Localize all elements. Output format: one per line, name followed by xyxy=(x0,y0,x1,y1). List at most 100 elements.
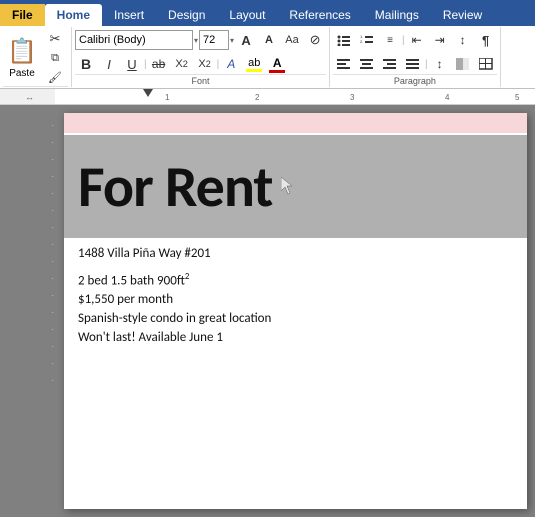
bullets-icon xyxy=(337,34,351,46)
margin-mark-9: · xyxy=(51,257,54,266)
highlight-button[interactable]: ab xyxy=(243,56,265,73)
margin-mark-3: · xyxy=(51,155,54,164)
margin-mark-16: · xyxy=(51,376,54,385)
doc-area[interactable]: For Rent 1488 Villa Piña Way #201 2 bed … xyxy=(56,105,535,517)
margin-mark-5: · xyxy=(51,189,54,198)
increase-font-button[interactable]: A xyxy=(235,30,257,50)
details4-line: Won't last! Available June 1 xyxy=(78,330,513,345)
ruler-num-2: 2 xyxy=(255,93,259,102)
paragraph-content: 1. 2. ≡ | ⇤ ⇥ ↕ ¶ xyxy=(333,30,497,74)
font-color-icon: A xyxy=(273,56,282,70)
tab-home[interactable]: Home xyxy=(45,4,102,26)
divider1: | xyxy=(144,59,147,70)
superscript-button[interactable]: X2 xyxy=(194,54,216,74)
line-spacing-button[interactable]: ↕ xyxy=(429,54,451,74)
change-case-button[interactable]: Aa xyxy=(281,30,303,50)
divider3: | xyxy=(402,35,405,46)
paragraph-group: 1. 2. ≡ | ⇤ ⇥ ↕ ¶ xyxy=(330,27,501,87)
justify-icon xyxy=(406,59,420,70)
margin-mark-15: · xyxy=(51,359,54,368)
margin-mark-6: · xyxy=(51,206,54,215)
font-size-dropdown-icon[interactable]: ▾ xyxy=(230,36,234,45)
tab-references[interactable]: References xyxy=(277,4,362,26)
decrease-indent-button[interactable]: ⇤ xyxy=(406,30,428,50)
tab-mailings[interactable]: Mailings xyxy=(363,4,431,26)
divider2: | xyxy=(217,59,220,70)
align-left-button[interactable] xyxy=(333,54,355,74)
app: File Home Insert Design Layout Reference… xyxy=(0,0,535,517)
ruler[interactable]: ↔ 1 2 3 4 5 xyxy=(0,89,535,105)
ruler-inner: 1 2 3 4 5 xyxy=(55,89,535,104)
shading-button[interactable] xyxy=(452,54,474,74)
margin-marks: · · · · · · · · · · · · · · · · xyxy=(51,121,54,385)
details3-line: Spanish-style condo in great location xyxy=(78,311,513,326)
shading-icon xyxy=(456,58,470,70)
align-center-button[interactable] xyxy=(356,54,378,74)
font-name-input[interactable] xyxy=(75,30,193,50)
align-right-icon xyxy=(383,59,397,70)
highlight-icon: ab xyxy=(248,57,260,69)
decrease-font-button[interactable]: A xyxy=(258,30,280,50)
text-effects-button[interactable]: A xyxy=(220,54,242,74)
details1-line: 2 bed 1.5 bath 900ft2 xyxy=(78,271,513,288)
copy-button[interactable]: ⧉ xyxy=(42,49,68,67)
align-left-icon xyxy=(337,59,351,70)
tab-design[interactable]: Design xyxy=(156,4,217,26)
font-group: ▾ ▾ A A Aa ⊘ B I U | ab xyxy=(72,27,330,87)
sort-button[interactable]: ↕ xyxy=(452,30,474,50)
margin-mark-13: · xyxy=(51,325,54,334)
ruler-left: ↔ xyxy=(2,89,57,104)
multilevel-list-button[interactable]: ≡ xyxy=(379,30,401,50)
ruler-num-5: 5 xyxy=(515,93,519,102)
divider4: | xyxy=(425,59,428,70)
tab-review[interactable]: Review xyxy=(431,4,494,26)
doc-body[interactable]: 1488 Villa Piña Way #201 2 bed 1.5 bath … xyxy=(64,238,527,357)
clear-format-button[interactable]: ⊘ xyxy=(304,30,326,50)
cut-icon: ✂ xyxy=(50,31,61,47)
font-name-dropdown-icon[interactable]: ▾ xyxy=(194,36,198,45)
paste-button[interactable]: 📋 Paste xyxy=(3,36,41,80)
borders-icon xyxy=(479,58,493,70)
format-painter-icon: 🖌 xyxy=(48,71,62,84)
ruler-num-3: 3 xyxy=(350,93,354,102)
tab-bar: File Home Insert Design Layout Reference… xyxy=(0,0,535,26)
tab-layout[interactable]: Layout xyxy=(217,4,277,26)
ruler-num-4: 4 xyxy=(445,93,449,102)
tab-file[interactable]: File xyxy=(0,4,45,26)
margin-mark-2: · xyxy=(51,138,54,147)
highlight-color-bar xyxy=(246,69,262,72)
font-color-bar xyxy=(269,70,285,73)
margin-mark-4: · xyxy=(51,172,54,181)
numbering-button[interactable]: 1. 2. xyxy=(356,30,378,50)
margin-mark-1: · xyxy=(51,121,54,130)
borders-button[interactable] xyxy=(475,54,497,74)
justify-button[interactable] xyxy=(402,54,424,74)
paste-icon: 📋 xyxy=(7,37,37,66)
font-size-input[interactable] xyxy=(199,30,229,50)
ruler-marker xyxy=(143,89,153,97)
show-marks-button[interactable]: ¶ xyxy=(475,30,497,50)
align-center-icon xyxy=(360,59,374,70)
cut-button[interactable]: ✂ xyxy=(42,30,68,48)
subscript-button[interactable]: X2 xyxy=(171,54,193,74)
underline-button[interactable]: U xyxy=(121,54,143,74)
font-content: ▾ ▾ A A Aa ⊘ B I U | ab xyxy=(75,30,326,74)
font-color-button[interactable]: A xyxy=(266,55,288,74)
bold-button[interactable]: B xyxy=(75,54,97,74)
clipboard-content: 📋 Paste ✂ ⧉ 🖌 xyxy=(3,30,68,86)
for-rent-text: For Rent xyxy=(78,151,273,222)
italic-button[interactable]: I xyxy=(98,54,120,74)
align-right-button[interactable] xyxy=(379,54,401,74)
increase-indent-button[interactable]: ⇥ xyxy=(429,30,451,50)
highlight-bar xyxy=(64,113,527,133)
strikethrough-button[interactable]: ab xyxy=(148,54,170,74)
clipboard-secondary: ✂ ⧉ 🖌 xyxy=(42,30,68,86)
format-painter-button[interactable]: 🖌 xyxy=(42,68,68,86)
bullets-button[interactable] xyxy=(333,30,355,50)
para-row-a: 1. 2. ≡ | ⇤ ⇥ ↕ ¶ xyxy=(333,30,497,50)
for-rent-section: For Rent xyxy=(64,135,527,238)
tab-insert[interactable]: Insert xyxy=(102,4,156,26)
font-label: Font xyxy=(75,74,326,88)
text-cursor xyxy=(277,157,279,217)
copy-icon: ⧉ xyxy=(51,52,59,65)
